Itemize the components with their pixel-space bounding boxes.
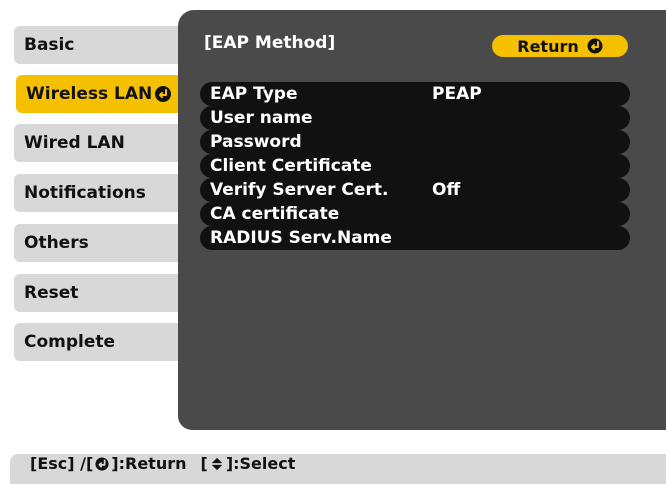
enter-arrow-icon (95, 456, 109, 471)
help-text: [Esc] /[ ]:Return [ ]:Select (30, 454, 295, 473)
help-esc-text: [Esc] /[ (30, 454, 94, 473)
help-bar: [Esc] /[ ]:Return [ ]:Select (10, 454, 666, 484)
enter-arrow-icon (155, 86, 171, 102)
menu-row-label: User name (210, 108, 313, 128)
sidebar-item-reset[interactable]: Reset (14, 274, 178, 312)
up-down-arrow-icon (211, 457, 223, 470)
menu-row-client-certificate[interactable]: Client Certificate (200, 154, 630, 178)
menu-row-password[interactable]: Password (200, 130, 630, 154)
menu-row-label: EAP Type (210, 84, 298, 104)
sidebar-item-label: Reset (24, 283, 79, 303)
sidebar-item-others[interactable]: Others (14, 224, 178, 262)
sidebar-item-label: Wired LAN (24, 133, 125, 153)
sidebar-item-wired-lan[interactable]: Wired LAN (14, 124, 178, 162)
sidebar: Basic Wireless LAN Wired LAN Notificatio… (0, 0, 190, 420)
menu-row-label: Password (210, 132, 302, 152)
sidebar-item-notifications[interactable]: Notifications (14, 174, 178, 212)
enter-arrow-icon (587, 38, 603, 54)
menu-row-user-name[interactable]: User name (200, 106, 630, 130)
help-select-open: [ (200, 454, 208, 473)
sidebar-item-complete[interactable]: Complete (14, 323, 178, 361)
return-button-label: Return (517, 36, 579, 56)
help-select-text: ]:Select (225, 454, 296, 473)
sidebar-item-label: Others (24, 233, 89, 253)
menu-row-radius-serv-name[interactable]: RADIUS Serv.Name (200, 226, 630, 250)
page-title: [EAP Method] (204, 33, 336, 53)
sidebar-item-basic[interactable]: Basic (14, 26, 178, 64)
menu-row-label: CA certificate (210, 204, 340, 224)
menu-row-eap-type[interactable]: EAP Type PEAP (200, 82, 630, 106)
sidebar-item-label: Basic (24, 35, 75, 55)
menu-row-ca-certificate[interactable]: CA certificate (200, 202, 630, 226)
menu-row-verify-server-cert[interactable]: Verify Server Cert. Off (200, 178, 630, 202)
menu-row-value: Off (432, 180, 461, 200)
sidebar-item-label: Notifications (24, 183, 146, 203)
menu-row-label: Verify Server Cert. (210, 180, 389, 200)
sidebar-item-label: Complete (24, 332, 116, 352)
sidebar-item-label: Wireless LAN (26, 84, 153, 104)
eap-method-menu: EAP Type PEAP User name Password Client … (200, 82, 630, 250)
help-return-text: ]:Return (111, 454, 187, 473)
sidebar-item-wireless-lan[interactable]: Wireless LAN (16, 75, 180, 113)
menu-row-label: Client Certificate (210, 156, 372, 176)
return-button[interactable]: Return (492, 35, 628, 57)
menu-row-value: PEAP (432, 84, 482, 104)
menu-row-label: RADIUS Serv.Name (210, 228, 392, 248)
